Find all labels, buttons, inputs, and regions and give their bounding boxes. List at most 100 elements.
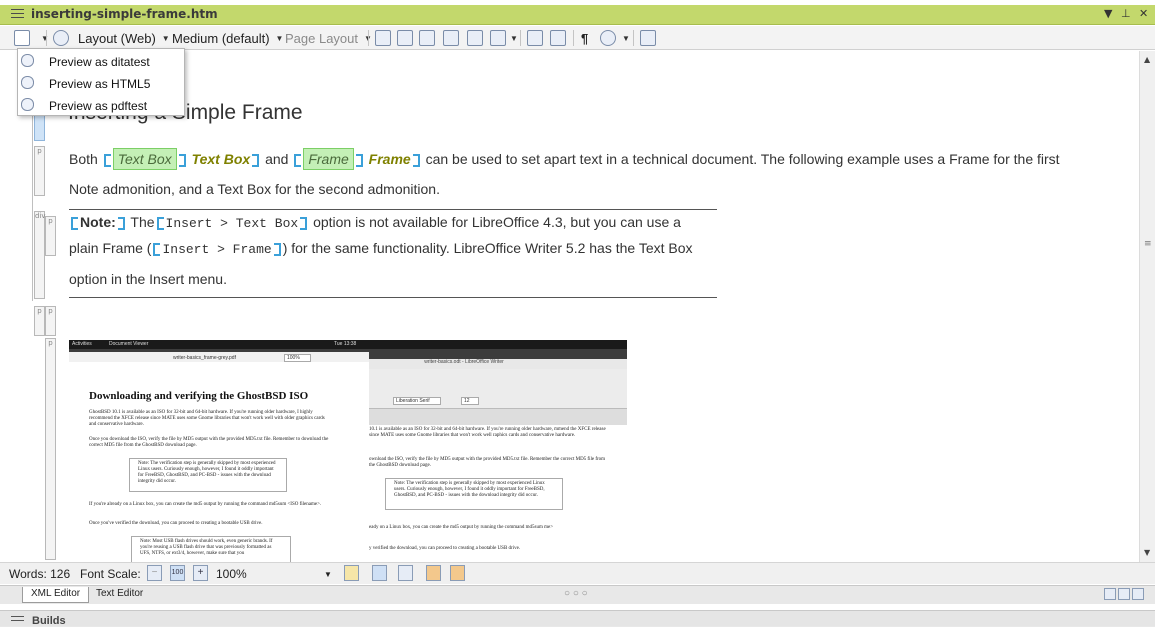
layout-select[interactable]: Layout (Web) ▼ <box>78 29 170 47</box>
vertical-ruler-icon[interactable] <box>450 565 465 581</box>
screenshot-text: Note: Most USB flash drives should work,… <box>140 539 273 556</box>
hamburger-menu-icon[interactable] <box>11 9 24 20</box>
gutter-tag-div[interactable]: div <box>34 211 46 299</box>
ruler-icon[interactable] <box>426 565 441 581</box>
document-area[interactable]: Inserting a Simple Frame Both Text Box T… <box>58 51 1138 562</box>
tag-marker-close <box>273 242 281 256</box>
uicontrol-tag: Text Box <box>112 148 177 170</box>
tag-marker-open <box>103 153 111 167</box>
screenshot-pdf-zoom: 100% <box>284 354 311 362</box>
screenshot-pdf-page: Downloading and verifying the GhostBSD I… <box>69 362 369 562</box>
gutter-tag-p[interactable]: p <box>45 216 56 256</box>
gutter-tag-p[interactable]: p <box>34 146 45 196</box>
vertical-scrollbar[interactable]: ▲ ≡ ▼ <box>1139 51 1155 562</box>
screenshot-text: y verified the download, you can proceed… <box>369 546 521 551</box>
page-layout-select[interactable]: Page Layout▼ <box>285 29 372 47</box>
preview-icon <box>21 76 34 89</box>
menu-item-preview-pdftest[interactable]: Preview as pdftest <box>18 94 184 116</box>
toolbar-separator <box>46 30 47 46</box>
menu-item-label: Preview as ditatest <box>49 55 150 69</box>
preview-icon[interactable] <box>14 30 30 46</box>
screenshot-topbar: Activities Document Viewer Tue 13:38 <box>69 340 627 349</box>
tag-marker-close <box>117 216 125 230</box>
menu-item-preview-ditatest[interactable]: Preview as ditatest <box>18 50 184 72</box>
note-line3: option in the Insert menu. <box>69 271 227 287</box>
builds-panel-header[interactable]: Builds <box>0 610 1155 627</box>
layout-right-icon[interactable] <box>1132 588 1144 600</box>
gutter-tag-p[interactable]: p <box>34 306 45 336</box>
screenshot-note-box: Note: The verification step is generally… <box>129 458 287 492</box>
tab-bar-dots: ○ ○ ○ <box>564 588 588 599</box>
text-dropdown[interactable]: ▼ <box>504 29 518 47</box>
preview-icon <box>21 98 34 111</box>
tag-gutter: p div p p p p <box>8 51 58 562</box>
preview-dropdown-menu: Preview as ditatest Preview as HTML5 Pre… <box>17 48 185 116</box>
close-icon[interactable]: ✕ <box>1139 7 1148 20</box>
eye-dropdown[interactable]: ▼ <box>616 29 630 47</box>
pilcrow-icon[interactable]: ¶ <box>581 29 588 47</box>
zoom-select[interactable]: 100% <box>216 567 247 581</box>
layout-left-icon[interactable] <box>1104 588 1116 600</box>
intro-paragraph-line2: Note admonition, and a Text Box for the … <box>69 181 440 197</box>
menu-item-label: Preview as pdftest <box>49 99 148 113</box>
table-icon[interactable] <box>443 30 459 46</box>
export-icon[interactable] <box>640 30 656 46</box>
full-tags-icon[interactable] <box>372 565 387 581</box>
note-text: option is not available for LibreOffice … <box>313 214 681 230</box>
scroll-down-icon[interactable]: ▼ <box>1144 548 1150 557</box>
toolbar: ▼ Layout (Web) ▼ Medium (default) ▼ Page L… <box>0 26 1155 50</box>
tag-icon[interactable] <box>375 30 391 46</box>
preview-icon <box>21 54 34 67</box>
zoom-reset-button[interactable]: 100 <box>170 565 185 581</box>
styles-icon[interactable] <box>344 565 359 581</box>
scroll-thumb[interactable]: ≡ <box>1144 239 1152 249</box>
screenshot-note-box: Note: Most USB flash drives should work,… <box>131 536 291 562</box>
menu-item-label: Preview as HTML5 <box>49 77 151 91</box>
tag-marker-close <box>300 216 308 230</box>
gutter-tag-p[interactable]: p <box>45 306 56 336</box>
screenshot-text: Once you've verified the download, you c… <box>89 521 263 526</box>
screenshot-pdf-heading: Downloading and verifying the GhostBSD I… <box>89 390 309 402</box>
pin-icon[interactable]: ⊥ <box>1121 7 1131 20</box>
scroll-up-icon[interactable]: ▲ <box>1144 55 1150 64</box>
zoom-out-button[interactable]: − <box>147 565 162 581</box>
eye-icon[interactable] <box>600 30 616 46</box>
tag-marker-open <box>294 153 302 167</box>
tag-marker-open <box>71 216 78 230</box>
tag-marker-open <box>153 242 161 256</box>
note-label: Note: <box>80 214 116 230</box>
conref-icon[interactable] <box>550 30 566 46</box>
layout-split-icon[interactable] <box>1118 588 1130 600</box>
note-text: plain Frame ( <box>69 240 152 256</box>
screenshot-text: GhostBSD 10.1 is available as an ISO for… <box>89 410 325 427</box>
word-count: Words: 126 <box>9 567 71 581</box>
gutter-tag-p[interactable]: p <box>45 338 56 560</box>
zoom-dropdown-icon[interactable]: ▼ <box>324 570 332 579</box>
tag-marker-close <box>178 153 186 167</box>
partial-tags-icon[interactable] <box>398 565 413 581</box>
menu-item-preview-html5[interactable]: Preview as HTML5 <box>18 72 184 94</box>
xref-icon[interactable] <box>527 30 543 46</box>
screenshot-text: Note: The verification step is generally… <box>138 461 276 484</box>
screenshot-time: Tue 13:38 <box>334 341 357 347</box>
tab-text-editor[interactable]: Text Editor <box>88 587 151 603</box>
screenshot-font-box: Liberation Serif <box>393 397 441 405</box>
screenshot-text: Once you download the ISO, verify the fi… <box>89 437 329 448</box>
tag-remove-icon[interactable] <box>397 30 413 46</box>
image-icon[interactable] <box>419 30 435 46</box>
tag-marker-close <box>412 153 420 167</box>
zoom-in-button[interactable]: + <box>193 565 208 581</box>
toolbar-separator <box>368 30 369 46</box>
tab-xml-editor[interactable]: XML Editor <box>22 587 90 603</box>
builds-label: Builds <box>32 615 66 627</box>
embedded-screenshot[interactable]: Activities Document Viewer Tue 13:38 wri… <box>69 340 627 562</box>
css-icon[interactable] <box>53 30 69 46</box>
dropdown-arrow-icon[interactable]: ▼ <box>1104 7 1112 20</box>
keyword-term: Text Box <box>191 151 251 167</box>
screenshot-app-name: Document Viewer <box>109 341 149 347</box>
tag-marker-close <box>252 153 260 167</box>
keyword-term: Frame <box>368 151 411 167</box>
link-icon[interactable] <box>467 30 483 46</box>
style-select[interactable]: Medium (default) ▼ <box>172 29 283 47</box>
builds-menu-icon[interactable] <box>11 616 24 624</box>
